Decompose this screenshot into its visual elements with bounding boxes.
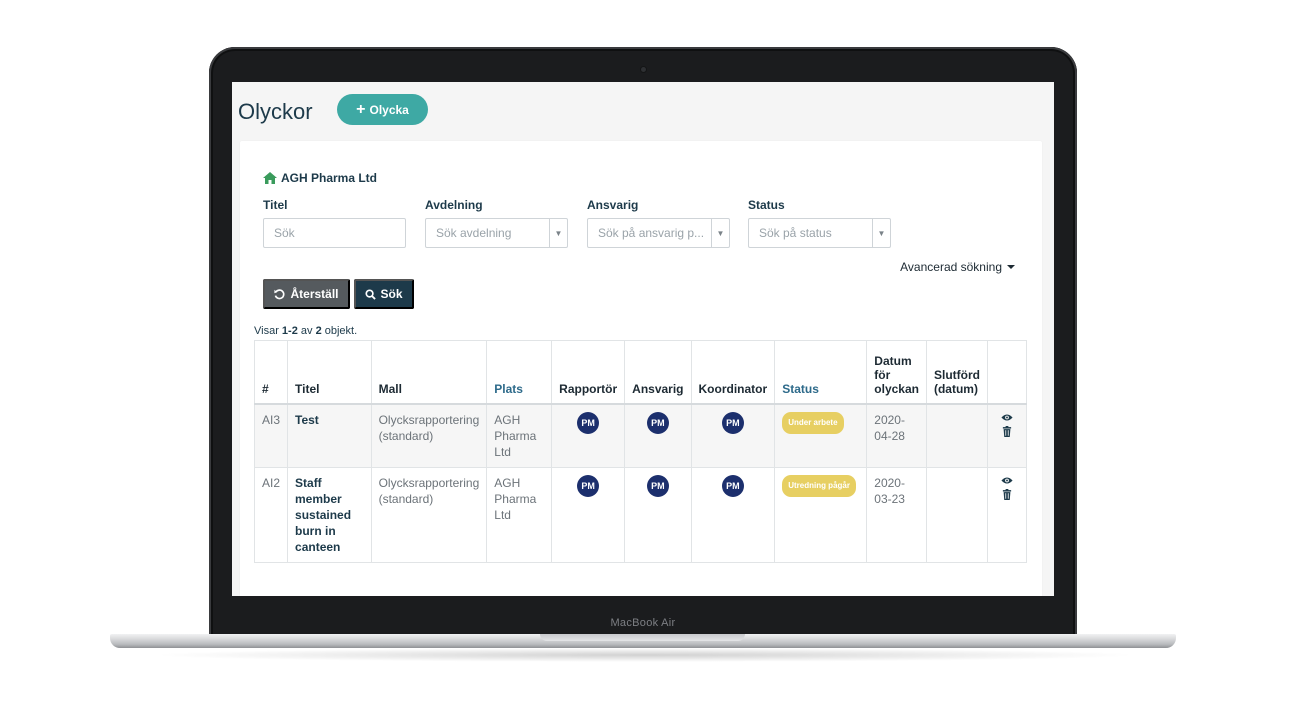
coordinator-avatar[interactable]: PM — [721, 411, 744, 434]
company-breadcrumb[interactable]: AGH Pharma Ltd — [263, 171, 377, 185]
column-header-id[interactable]: # — [253, 340, 289, 405]
filter-label-department: Avdelning — [425, 198, 483, 212]
table-header-row: # Titel Mall Plats Rapportör Ansvarig Ko… — [253, 340, 1027, 405]
column-header-coordinator[interactable]: Koordinator — [690, 340, 776, 405]
laptop-shadow — [150, 648, 1140, 662]
row-id: AI2 — [253, 466, 289, 563]
coordinator-cell: PM — [690, 403, 776, 468]
column-header-location[interactable]: Plats — [486, 340, 553, 405]
screen: Olyckor + Olycka AGH Pharma Ltd Titel Sö… — [232, 82, 1054, 596]
row-location: AGH Pharma Ltd — [486, 466, 553, 563]
row-location: AGH Pharma Ltd — [486, 403, 553, 468]
home-icon — [263, 172, 277, 184]
plus-icon: + — [356, 100, 366, 118]
page-title: Olyckor — [238, 99, 313, 124]
undo-icon — [274, 288, 285, 299]
add-accident-button[interactable]: + Olycka — [337, 94, 428, 125]
company-name: AGH Pharma Ltd — [281, 171, 378, 185]
eye-icon[interactable] — [1001, 412, 1013, 423]
result-summary: Visar 1-2 av 2 objekt. — [254, 325, 358, 337]
trash-icon[interactable] — [1001, 425, 1013, 437]
filter-label-status: Status — [748, 198, 785, 212]
column-header-reporter[interactable]: Rapportör — [551, 340, 626, 405]
status-cell: Utredning pågår — [774, 466, 868, 563]
search-label: Sök — [380, 287, 403, 301]
row-title-link[interactable]: Staff member sustained burn in canteen — [287, 466, 372, 563]
reset-button[interactable]: Återställ — [263, 279, 350, 309]
reporter-avatar[interactable]: PM — [577, 474, 600, 497]
status-cell: Under arbete — [774, 403, 868, 468]
column-header-responsible[interactable]: Ansvarig — [624, 340, 692, 405]
responsible-select[interactable]: Sök på ansvarig p... ▼ — [587, 218, 730, 248]
caret-down-icon — [1007, 265, 1015, 269]
column-header-template[interactable]: Mall — [370, 340, 488, 405]
row-template: Olycksrapportering (standard) — [370, 403, 488, 468]
eye-icon[interactable] — [1001, 475, 1013, 486]
responsible-avatar[interactable]: PM — [646, 411, 669, 434]
responsible-cell: PM — [624, 403, 692, 468]
filter-label-responsible: Ansvarig — [587, 198, 639, 212]
row-id: AI3 — [253, 403, 289, 468]
chevron-down-icon: ▼ — [549, 219, 567, 247]
trash-icon[interactable] — [1001, 488, 1013, 500]
coordinator-avatar[interactable]: PM — [721, 474, 744, 497]
responsible-avatar[interactable]: PM — [646, 474, 669, 497]
responsible-cell: PM — [624, 466, 692, 563]
title-search-input[interactable]: Sök — [263, 218, 406, 248]
row-completed-date — [925, 403, 989, 468]
search-button[interactable]: Sök — [354, 279, 414, 309]
row-completed-date — [925, 466, 989, 563]
chevron-down-icon: ▼ — [711, 219, 729, 247]
reporter-cell: PM — [551, 466, 626, 563]
coordinator-cell: PM — [690, 466, 776, 563]
row-title-link[interactable]: Test — [287, 403, 372, 468]
laptop-notch — [540, 634, 745, 641]
camera-dot — [641, 67, 646, 72]
chevron-down-icon: ▼ — [872, 219, 890, 247]
status-badge: Under arbete — [782, 411, 844, 434]
column-header-status[interactable]: Status — [774, 340, 868, 405]
column-header-title[interactable]: Titel — [287, 340, 372, 405]
row-template: Olycksrapportering (standard) — [370, 466, 488, 563]
column-header-completed-date[interactable]: Slutförd (datum) — [925, 340, 989, 405]
row-accident-date: 2020-03-23 — [866, 466, 927, 563]
responsible-placeholder: Sök på ansvarig p... — [598, 226, 705, 240]
accidents-table: # Titel Mall Plats Rapportör Ansvarig Ko… — [253, 340, 1027, 563]
status-placeholder: Sök på status — [759, 226, 832, 240]
table-row[interactable]: AI3 Test Olycksrapportering (standard) A… — [253, 403, 1027, 468]
reporter-cell: PM — [551, 403, 626, 468]
row-accident-date: 2020-04-28 — [866, 403, 927, 468]
department-select[interactable]: Sök avdelning ▼ — [425, 218, 568, 248]
advanced-search-toggle[interactable]: Avancerad sökning — [900, 260, 1015, 274]
device-label: MacBook Air — [610, 617, 676, 629]
status-select[interactable]: Sök på status ▼ — [748, 218, 891, 248]
row-actions — [987, 466, 1027, 563]
table-row[interactable]: AI2 Staff member sustained burn in cante… — [253, 466, 1027, 563]
search-icon — [365, 288, 377, 300]
content-panel: AGH Pharma Ltd Titel Sök Avdelning Sök a… — [240, 141, 1042, 596]
department-placeholder: Sök avdelning — [436, 226, 512, 240]
row-actions — [987, 403, 1027, 468]
reporter-avatar[interactable]: PM — [577, 411, 600, 434]
column-header-accident-date[interactable]: Datum för olyckan — [866, 340, 927, 405]
status-badge: Utredning pågår — [782, 474, 856, 497]
advanced-search-label: Avancerad sökning — [900, 260, 1002, 274]
column-header-actions — [987, 340, 1027, 405]
add-accident-label: Olycka — [369, 102, 409, 117]
filter-label-title: Titel — [263, 198, 288, 212]
reset-label: Återställ — [290, 287, 339, 301]
